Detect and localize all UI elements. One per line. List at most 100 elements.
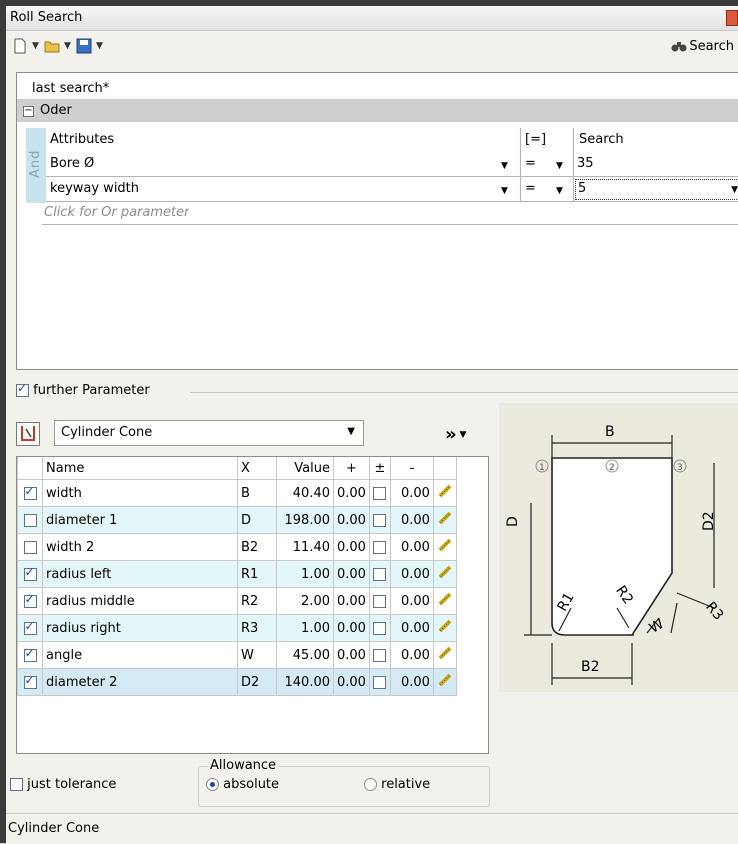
search-value-input[interactable]: 5 ▼ [575, 179, 738, 200]
last-search-row[interactable]: last search* [17, 77, 738, 100]
pm-checkbox[interactable] [373, 621, 387, 635]
param-value[interactable]: 1.00 [276, 614, 334, 642]
attributes-header: Attributes [50, 132, 115, 147]
param-minus[interactable]: 0.00 [389, 506, 434, 534]
status-bar: Cylinder Cone [6, 813, 738, 844]
close-icon[interactable] [726, 10, 738, 26]
param-plus[interactable]: 0.00 [333, 560, 370, 588]
new-dropdown-icon[interactable]: ▼ [32, 41, 39, 51]
param-name: diameter 1 [42, 506, 238, 534]
ruler-icon[interactable] [438, 673, 452, 687]
query-row[interactable]: keyway width ▼ = ▼ 5 ▼ [46, 177, 738, 202]
table-row[interactable]: diameter 2 D2 140.00 0.00 0.00 [17, 668, 457, 696]
further-parameter-toggle[interactable]: further Parameter [16, 381, 150, 398]
ruler-icon[interactable] [438, 619, 452, 633]
save-dropdown-icon[interactable]: ▼ [96, 41, 103, 51]
shape-select[interactable]: Cylinder Cone ▼ [54, 420, 364, 446]
param-plus[interactable]: 0.00 [333, 506, 370, 534]
ruler-icon[interactable] [438, 646, 452, 660]
param-plus[interactable]: 0.00 [333, 668, 370, 696]
relative-radio-button[interactable] [364, 778, 377, 791]
table-row[interactable]: radius right R3 1.00 0.00 0.00 [17, 614, 457, 642]
ruler-icon[interactable] [438, 565, 452, 579]
attribute-select[interactable]: Bore Ø [50, 152, 94, 176]
table-row[interactable]: radius middle R2 2.00 0.00 0.00 [17, 587, 457, 615]
pm-checkbox[interactable] [373, 513, 387, 527]
param-plus[interactable]: 0.00 [333, 479, 370, 507]
absolute-radio[interactable]: absolute [206, 777, 279, 792]
just-tolerance-toggle[interactable]: just tolerance [10, 777, 116, 792]
pm-checkbox[interactable] [373, 540, 387, 554]
chevron-down-icon[interactable]: ▼ [501, 161, 508, 171]
pm-checkbox[interactable] [373, 594, 387, 608]
param-value[interactable]: 140.00 [276, 668, 334, 696]
pm-checkbox[interactable] [373, 567, 387, 581]
operator-select[interactable]: = [525, 152, 536, 176]
pm-checkbox[interactable] [373, 675, 387, 689]
param-minus[interactable]: 0.00 [389, 668, 434, 696]
param-minus[interactable]: 0.00 [389, 641, 434, 669]
param-name: radius right [42, 614, 238, 642]
param-value[interactable]: 198.00 [276, 506, 334, 534]
row-checkbox[interactable] [23, 673, 37, 689]
param-value[interactable]: 1.00 [276, 560, 334, 588]
param-value[interactable]: 45.00 [276, 641, 334, 669]
further-parameter-checkbox[interactable] [16, 381, 29, 397]
table-row[interactable]: diameter 1 D 198.00 0.00 0.00 [17, 506, 457, 534]
shape-select-value: Cylinder Cone [61, 425, 153, 440]
window-title: Roll Search [10, 10, 83, 25]
param-plus[interactable]: 0.00 [333, 587, 370, 615]
row-checkbox[interactable] [23, 513, 37, 527]
chevron-down-icon[interactable]: ▼ [501, 186, 508, 196]
open-dropdown-icon[interactable]: ▼ [64, 41, 71, 51]
expand-button[interactable]: » ▼ [445, 424, 466, 445]
ruler-icon[interactable] [438, 511, 452, 525]
table-row[interactable]: radius left R1 1.00 0.00 0.00 [17, 560, 457, 588]
save-icon[interactable] [76, 38, 92, 54]
pm-checkbox[interactable] [373, 486, 387, 500]
param-minus[interactable]: 0.00 [389, 614, 434, 642]
shape-picker-button[interactable] [16, 422, 40, 446]
ruler-icon[interactable] [438, 484, 452, 498]
chevron-down-icon[interactable]: ▼ [731, 185, 738, 195]
query-row[interactable]: Bore Ø ▼ = ▼ 35 [46, 152, 738, 177]
or-group-row[interactable]: − Oder [17, 100, 738, 122]
operator-select[interactable]: = [525, 177, 536, 201]
param-plus[interactable]: 0.00 [333, 533, 370, 561]
attribute-select[interactable]: keyway width [50, 177, 139, 201]
param-minus[interactable]: 0.00 [389, 533, 434, 561]
table-row[interactable]: width 2 B2 11.40 0.00 0.00 [17, 533, 457, 561]
just-tolerance-checkbox[interactable] [10, 778, 23, 791]
relative-radio[interactable]: relative [364, 777, 430, 792]
row-checkbox[interactable] [23, 540, 37, 554]
or-parameter-placeholder: Click for Or parameter [44, 205, 190, 220]
ruler-icon[interactable] [438, 592, 452, 606]
chevron-down-icon[interactable]: ▼ [556, 186, 563, 196]
row-checkbox[interactable] [23, 619, 37, 635]
row-checkbox[interactable] [23, 646, 37, 662]
table-row[interactable]: width B 40.40 0.00 0.00 [17, 479, 457, 507]
table-row[interactable]: angle W 45.00 0.00 0.00 [17, 641, 457, 669]
param-minus[interactable]: 0.00 [389, 479, 434, 507]
binoculars-icon [671, 42, 687, 52]
collapse-icon[interactable]: − [23, 106, 34, 117]
pm-checkbox[interactable] [373, 648, 387, 662]
ruler-icon[interactable] [438, 538, 452, 552]
param-minus[interactable]: 0.00 [389, 560, 434, 588]
param-plus[interactable]: 0.00 [333, 641, 370, 669]
or-parameter-row[interactable]: Click for Or parameter [42, 202, 738, 225]
row-checkbox[interactable] [23, 484, 37, 500]
row-checkbox[interactable] [23, 565, 37, 581]
param-value[interactable]: 2.00 [276, 587, 334, 615]
chevron-down-icon[interactable]: ▼ [556, 161, 563, 171]
new-document-icon[interactable] [12, 38, 28, 54]
search-value[interactable]: 35 [577, 152, 594, 176]
param-value[interactable]: 40.40 [276, 479, 334, 507]
open-folder-icon[interactable] [44, 38, 60, 54]
param-value[interactable]: 11.40 [276, 533, 334, 561]
param-plus[interactable]: 0.00 [333, 614, 370, 642]
search-button[interactable]: Search [671, 38, 734, 54]
absolute-radio-button[interactable] [206, 778, 219, 791]
param-minus[interactable]: 0.00 [389, 587, 434, 615]
row-checkbox[interactable] [23, 592, 37, 608]
